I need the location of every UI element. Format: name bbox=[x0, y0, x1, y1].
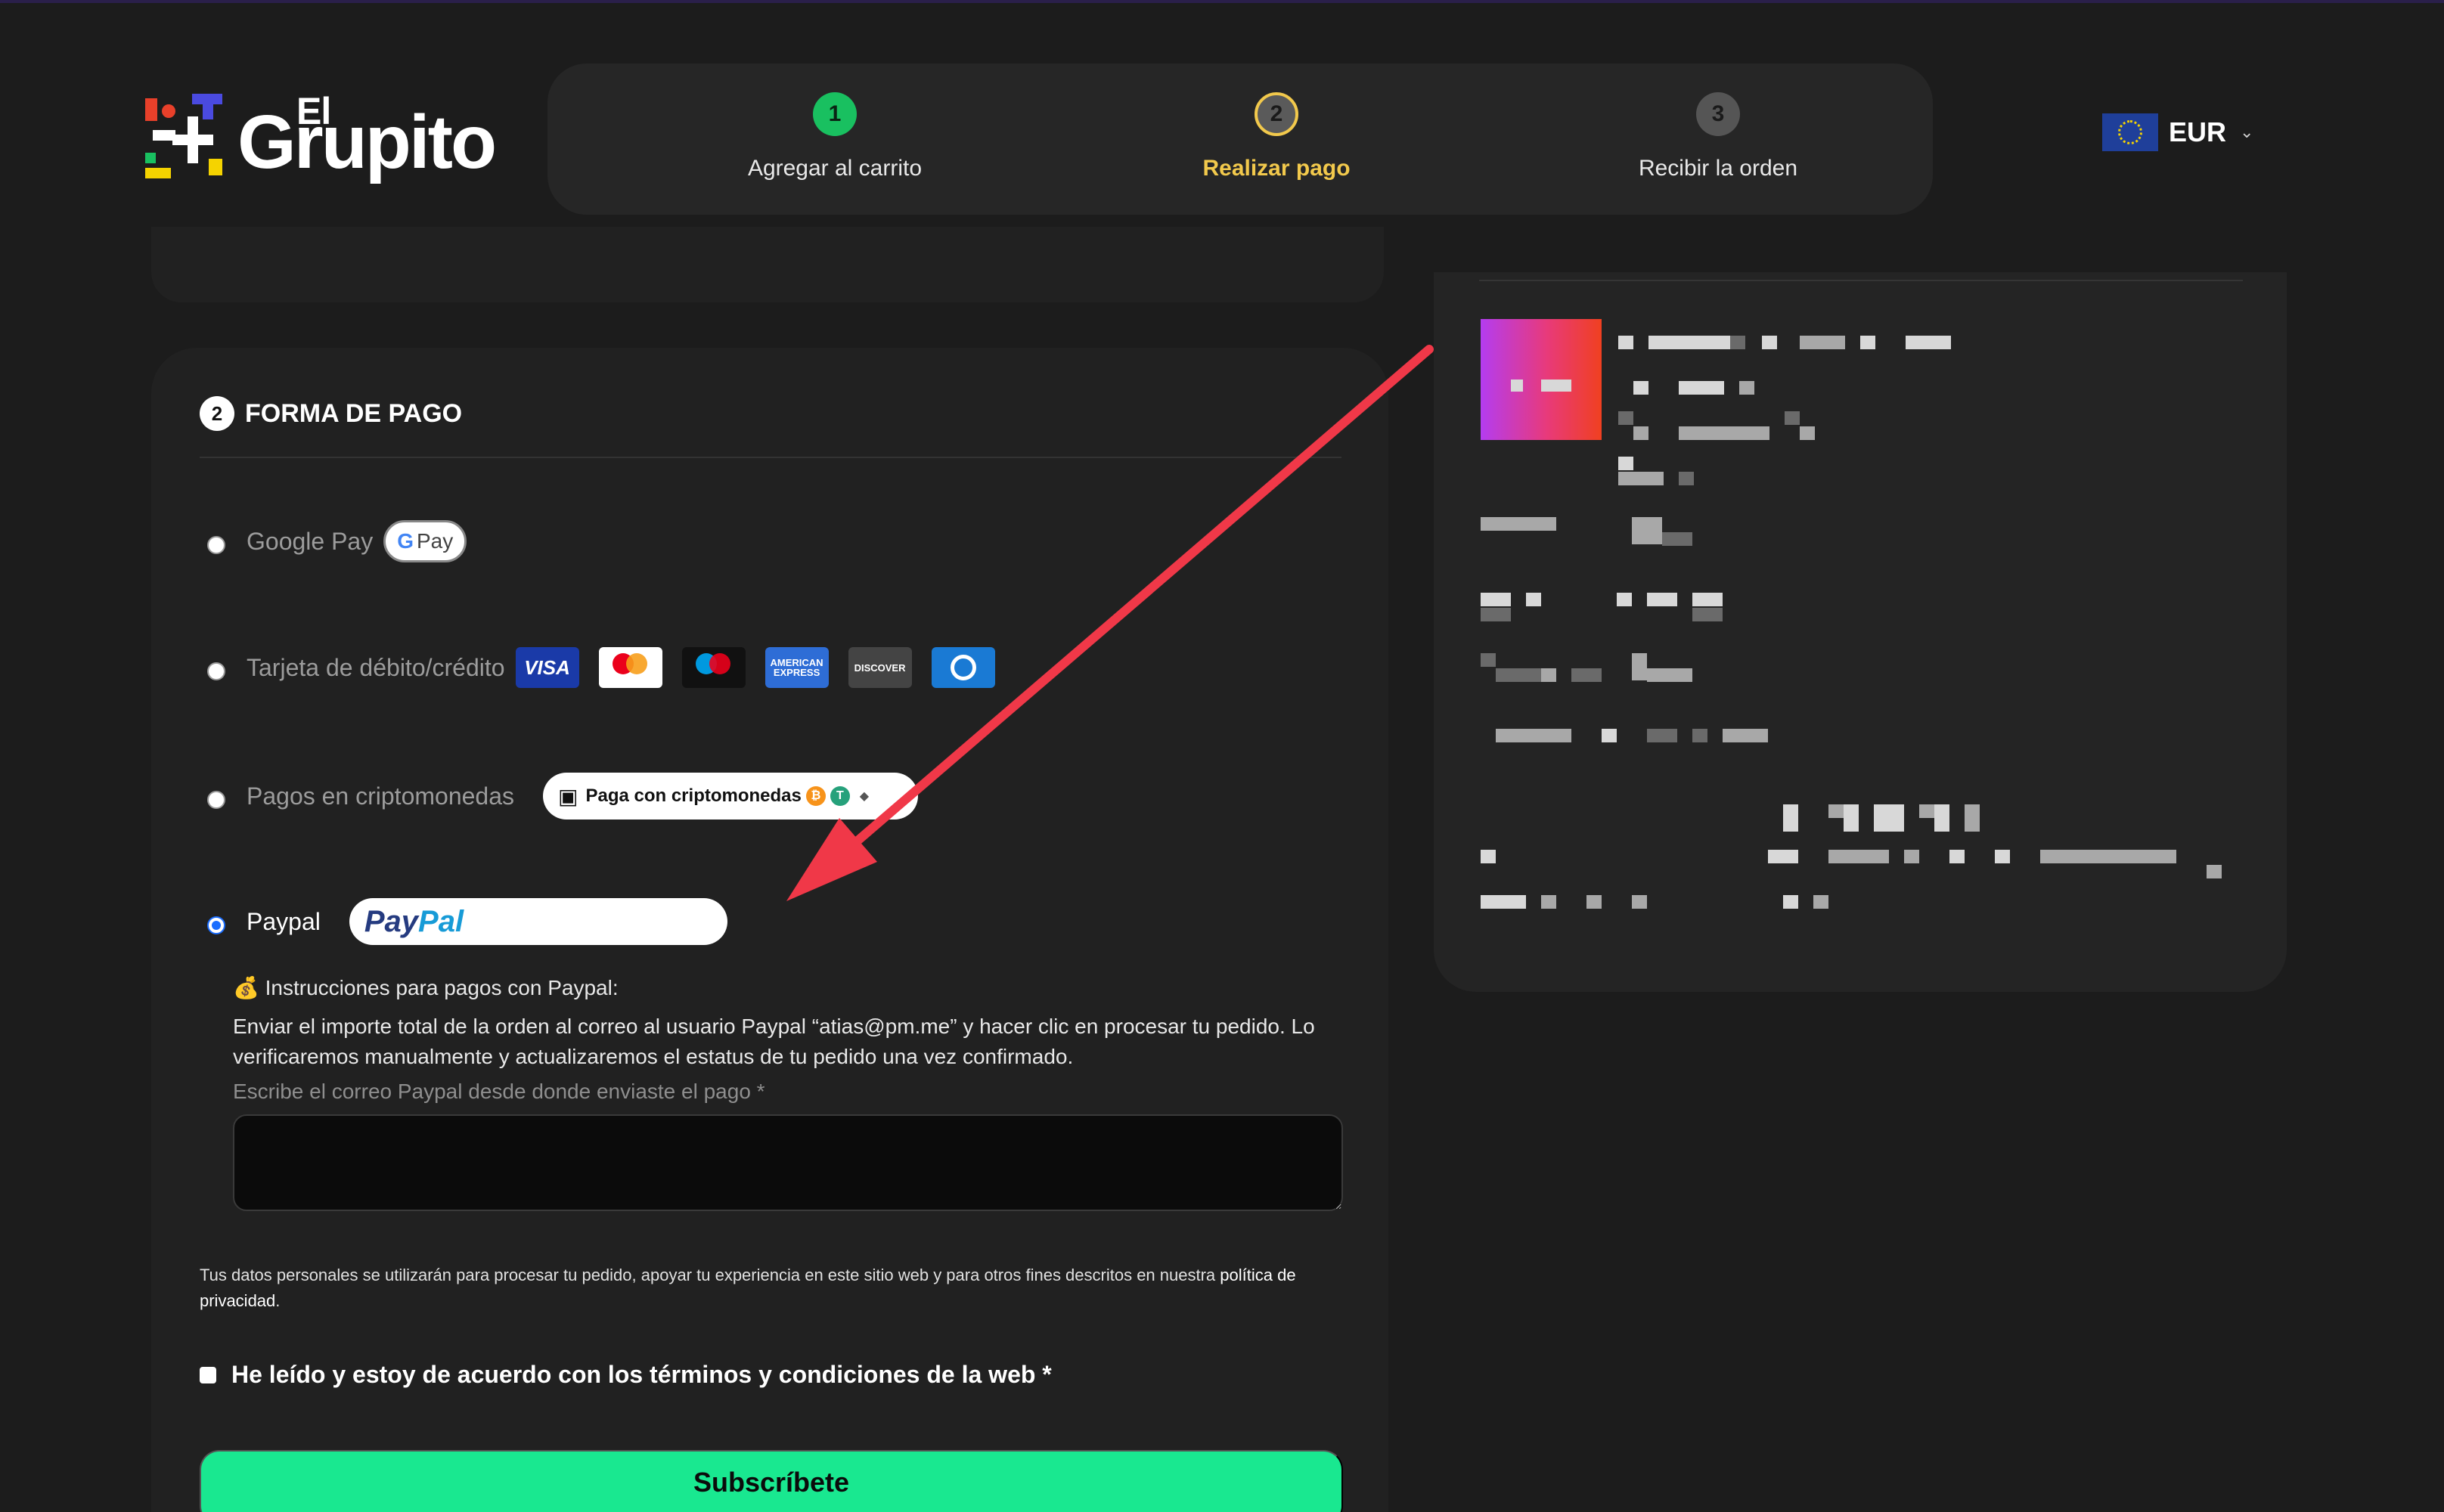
method-label: Paypal bbox=[247, 907, 321, 935]
step-number: 2 bbox=[1255, 92, 1298, 136]
paypal-radio[interactable] bbox=[207, 916, 225, 934]
section-divider bbox=[200, 457, 1341, 458]
step-number: 1 bbox=[813, 92, 857, 136]
chevron-down-icon: ⌄ bbox=[2240, 122, 2254, 141]
method-label: Google Pay bbox=[247, 527, 374, 555]
paypal-instructions-title: 💰 Instrucciones para pagos con Paypal: bbox=[233, 976, 619, 999]
method-label: Tarjeta de débito/crédito bbox=[247, 653, 505, 681]
method-paypal[interactable]: Paypal Pay Pal bbox=[207, 898, 727, 945]
paypal-logo-part1: Pay bbox=[364, 904, 419, 938]
terms-label: He leído y estoy de acuerdo con los térm… bbox=[231, 1361, 1052, 1388]
step-label: Agregar al carrito bbox=[747, 156, 923, 181]
payment-section: 2 FORMA DE PAGO Google Pay G Pay Tarjeta… bbox=[151, 348, 1388, 1512]
crypto-radio[interactable] bbox=[207, 791, 225, 809]
google-pay-radio[interactable] bbox=[207, 536, 225, 554]
card-radio[interactable] bbox=[207, 662, 225, 680]
step-label: Realizar pago bbox=[1202, 156, 1351, 181]
maestro-icon bbox=[681, 647, 746, 688]
section-number-badge: 2 bbox=[200, 396, 234, 431]
google-g-icon: G bbox=[397, 529, 414, 553]
paypal-logo-part2: Pal bbox=[418, 904, 464, 938]
step-make-payment[interactable]: 2 Realizar pago bbox=[1125, 92, 1428, 181]
terms-checkbox[interactable] bbox=[200, 1366, 216, 1383]
step-label: Recibir la orden bbox=[1638, 156, 1798, 181]
logo-word-grupito: Grupito bbox=[237, 100, 497, 184]
logo-mark-icon bbox=[145, 94, 230, 184]
top-accent-line bbox=[0, 0, 2444, 3]
privacy-notice: Tus datos personales se utilizarán para … bbox=[200, 1263, 1334, 1314]
section-header: 2 FORMA DE PAGO bbox=[200, 396, 462, 431]
step-add-to-cart[interactable]: 1 Agregar al carrito bbox=[684, 92, 986, 181]
currency-code: EUR bbox=[2169, 116, 2227, 147]
diners-club-icon bbox=[931, 647, 995, 688]
cube-icon: ▣ bbox=[558, 784, 578, 808]
discover-icon: DISCOVER bbox=[848, 647, 912, 688]
step-number: 3 bbox=[1696, 92, 1740, 136]
el-grupito-logo[interactable]: El Grupito bbox=[145, 89, 497, 187]
order-summary-redacted bbox=[1434, 272, 2287, 992]
paypal-email-field[interactable] bbox=[233, 1114, 1343, 1211]
product-thumbnail bbox=[1481, 319, 1602, 440]
method-card[interactable]: Tarjeta de débito/crédito VISA AMERICAN … bbox=[207, 647, 995, 688]
step-receive-order[interactable]: 3 Recibir la orden bbox=[1567, 92, 1869, 181]
privacy-text: Tus datos personales se utilizarán para … bbox=[200, 1266, 1220, 1284]
section-title: FORMA DE PAGO bbox=[245, 398, 463, 428]
visa-icon: VISA bbox=[515, 647, 579, 688]
privacy-end: . bbox=[275, 1291, 281, 1310]
card-brands: VISA AMERICAN EXPRESS DISCOVER bbox=[515, 647, 995, 688]
crypto-badge-text: Paga con criptomonedas bbox=[585, 785, 802, 806]
amex-icon: AMERICAN EXPRESS bbox=[765, 647, 829, 688]
method-label: Pagos en criptomonedas bbox=[247, 782, 514, 810]
method-crypto[interactable]: Pagos en criptomonedas ▣ Paga con cripto… bbox=[207, 773, 918, 820]
tether-icon: T bbox=[830, 786, 850, 806]
method-google-pay[interactable]: Google Pay G Pay bbox=[207, 520, 467, 562]
terms-agreement[interactable]: He leído y estoy de acuerdo con los térm… bbox=[200, 1361, 1052, 1389]
eu-flag-icon bbox=[2102, 113, 2158, 151]
paypal-email-label: Escribe el correo Paypal desde donde env… bbox=[233, 1080, 765, 1103]
subscribe-button[interactable]: Subscríbete bbox=[200, 1450, 1343, 1512]
bitcoin-icon: ₿ bbox=[805, 786, 826, 806]
previous-section-card bbox=[151, 227, 1384, 302]
currency-selector[interactable]: EUR ⌄ bbox=[2102, 113, 2253, 151]
paypal-instructions-body: Enviar el importe total de la orden al c… bbox=[233, 1015, 1315, 1068]
ethereum-icon: ◆ bbox=[854, 786, 874, 806]
paypal-badge: Pay Pal bbox=[349, 898, 727, 945]
google-pay-text: Pay bbox=[416, 529, 454, 553]
checkout-stepper: 1 Agregar al carrito 2 Realizar pago 3 R… bbox=[547, 64, 1933, 215]
google-pay-badge: G Pay bbox=[383, 520, 467, 562]
mastercard-icon bbox=[598, 647, 662, 688]
crypto-badge: ▣ Paga con criptomonedas ₿ T ◆ bbox=[543, 773, 918, 820]
summary-divider bbox=[1479, 280, 2243, 281]
